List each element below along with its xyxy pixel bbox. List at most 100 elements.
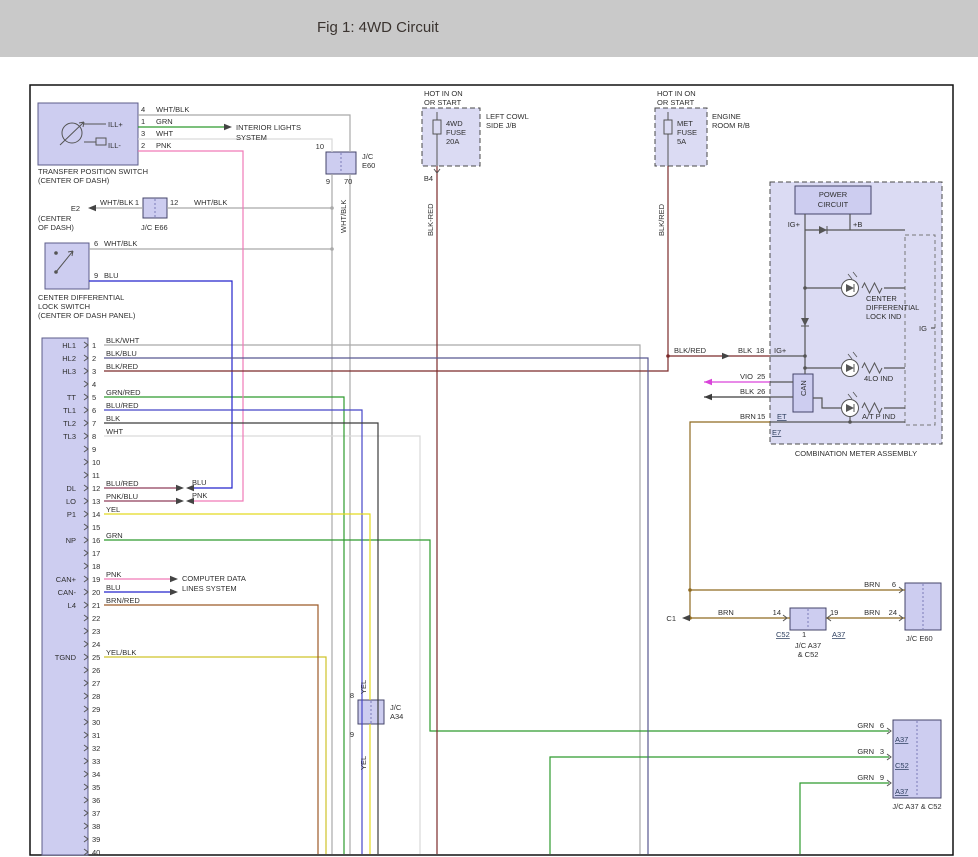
pin-number: 17 — [92, 549, 100, 558]
pin-number: 1 — [92, 341, 96, 350]
pin-number: 26 — [757, 387, 765, 396]
component-caption: (CENTER OF DASH) — [38, 176, 110, 185]
pin-label: L4 — [68, 601, 76, 610]
location-caption: ROOM R/B — [712, 121, 750, 130]
pin-number: 14 — [92, 510, 100, 519]
connector-id: A37 — [832, 630, 845, 639]
pin-number: 3 — [141, 129, 145, 138]
pin-number: 12 — [92, 484, 100, 493]
fuse-name: FUSE — [677, 128, 697, 137]
location-caption: ENGINE — [712, 112, 741, 121]
pin-number: 28 — [92, 692, 100, 701]
pin-label: NP — [66, 536, 76, 545]
pin-number: 16 — [92, 536, 100, 545]
pin-number: 12 — [170, 198, 178, 207]
pin-number: 11 — [92, 471, 100, 480]
indicator-label: CENTER — [866, 294, 897, 303]
connector-id: C52 — [776, 630, 790, 639]
pin-label: CAN- — [58, 588, 77, 597]
connector-id: A37 — [895, 735, 908, 744]
pin-number: 5 — [92, 393, 96, 402]
wire-label-vertical: WHT/BLK — [339, 200, 348, 233]
wire-label: YEL — [106, 505, 120, 514]
component-caption: TRANSFER POSITION SWITCH — [38, 167, 148, 176]
system-label: INTERIOR LIGHTS — [236, 123, 301, 132]
pin-number: 2 — [141, 141, 145, 150]
ig-label: IG — [919, 324, 927, 333]
component-caption: LOCK SWITCH — [38, 302, 90, 311]
pin-number: 14 — [773, 608, 781, 617]
wire-label: WHT/BLK — [194, 198, 227, 207]
system-label: COMPUTER DATA — [182, 574, 246, 583]
pin-number: 19 — [830, 608, 838, 617]
pin-number: 1 — [135, 198, 139, 207]
pin-number: 4 — [92, 380, 96, 389]
pin-number: 25 — [757, 372, 765, 381]
wire-label: BLK/RED — [106, 362, 139, 371]
pin-number: 9 — [350, 730, 354, 739]
pin-number: 34 — [92, 770, 100, 779]
pin-label: DL — [66, 484, 76, 493]
pin-number: 32 — [92, 744, 100, 753]
wire-label: BRN/RED — [106, 596, 140, 605]
pin-label: HL1 — [62, 341, 76, 350]
pin-number: 18 — [92, 562, 100, 571]
wire-label-vertical: YEL — [359, 680, 368, 694]
fuse-name: 5A — [677, 137, 686, 146]
pin-number: 10 — [316, 142, 324, 151]
indicator-label: LOCK IND — [866, 312, 902, 321]
pin-number: 15 — [92, 523, 100, 532]
b-plus-label: +B — [853, 220, 862, 229]
pin-label: HL2 — [62, 354, 76, 363]
pin-number: 39 — [92, 835, 100, 844]
pin-number: 20 — [92, 588, 100, 597]
wire-label-vertical: YEL — [359, 756, 368, 770]
indicator-label: 4LO IND — [864, 374, 894, 383]
pin-label: P1 — [67, 510, 76, 519]
pin-number: 31 — [92, 731, 100, 740]
pin-number: 21 — [92, 601, 100, 610]
pin-number: 2 — [92, 354, 96, 363]
pin-label: CAN+ — [56, 575, 77, 584]
location-caption: OF DASH) — [38, 223, 74, 232]
wire-label: YEL/BLK — [106, 648, 136, 657]
pin-label: TL3 — [63, 432, 76, 441]
jc-name: E60 — [362, 161, 375, 170]
wire-label: WHT/BLK — [156, 105, 189, 114]
wire-label: VIO — [740, 372, 753, 381]
wire-label: GRN — [857, 721, 874, 730]
indicator-label: DIFFERENTIAL — [866, 303, 919, 312]
component-caption: (CENTER OF DASH PANEL) — [38, 311, 136, 320]
location-caption: LEFT COWL — [486, 112, 529, 121]
pin-number: 9 — [880, 773, 884, 782]
power-circuit-label: POWER — [819, 190, 848, 199]
wire-label: BRN — [718, 608, 734, 617]
fuse-name: FUSE — [446, 128, 466, 137]
pin-number: 30 — [92, 718, 100, 727]
component-caption: COMBINATION METER ASSEMBLY — [795, 449, 917, 458]
pin-number: 6 — [94, 239, 98, 248]
wire-label-vertical: BLK-RED — [426, 203, 435, 236]
wire-label: BLK — [106, 414, 120, 423]
pin-number: B4 — [424, 174, 433, 183]
transfer-position-switch-box — [38, 103, 138, 165]
wire-label: BLK/BLU — [106, 349, 137, 358]
wire-label: GRN — [156, 117, 173, 126]
center-diff-lock-switch-box — [45, 243, 89, 289]
pin-number: 38 — [92, 822, 100, 831]
wire-label: WHT/BLK — [100, 198, 133, 207]
wire-label: BLK/RED — [674, 346, 707, 355]
pin-label: TT — [67, 393, 77, 402]
jc-name: A34 — [390, 712, 403, 721]
pin-number: 36 — [92, 796, 100, 805]
pin-number: 24 — [889, 608, 897, 617]
ground-label: E2 — [71, 204, 80, 213]
jc-name: J/C — [362, 152, 374, 161]
pin-number: 70 — [344, 177, 352, 186]
component-caption: CENTER DIFFERENTIAL — [38, 293, 124, 302]
pin-number: 6 — [892, 580, 896, 589]
pin-number: 15 — [757, 412, 765, 421]
jc-name: J/C A37 — [795, 641, 821, 650]
system-label: SYSTEM — [236, 133, 267, 142]
wire-label: BLU — [106, 583, 121, 592]
